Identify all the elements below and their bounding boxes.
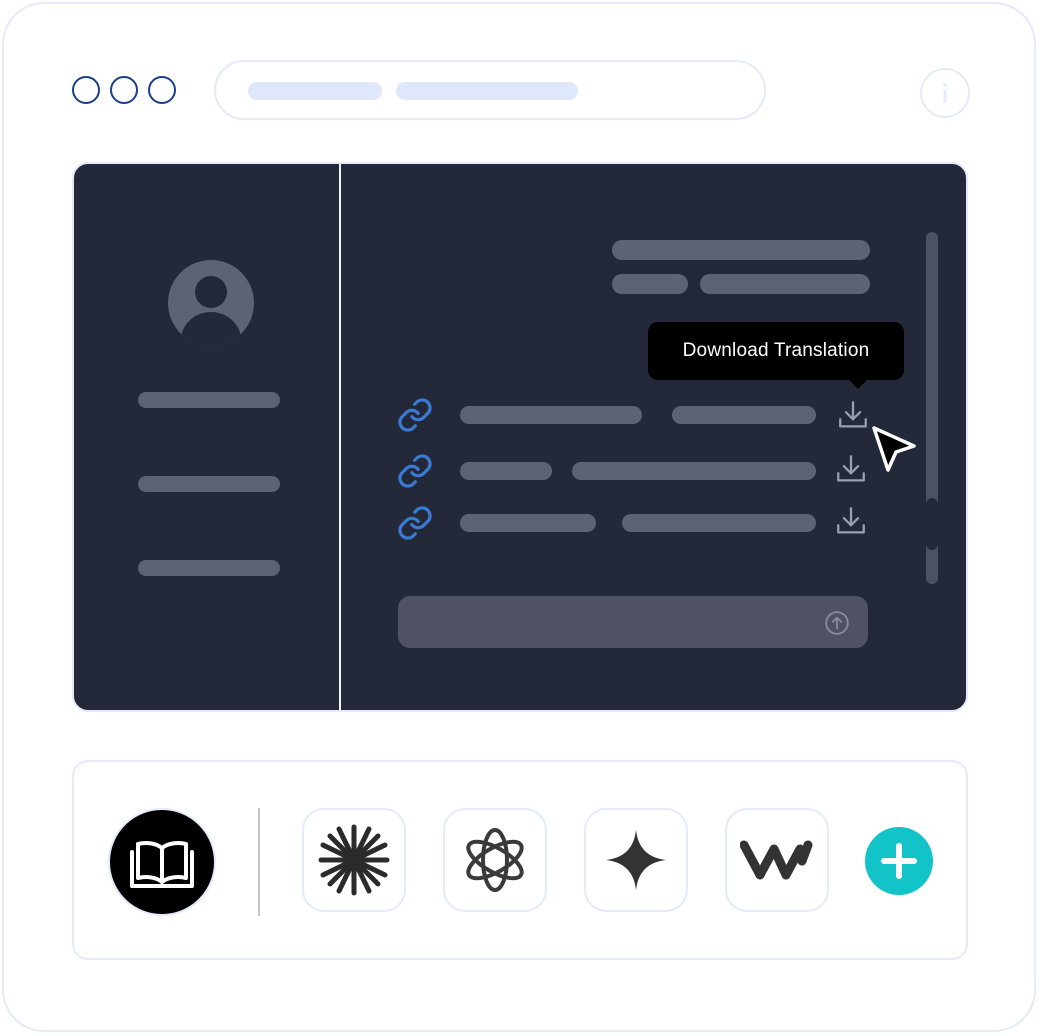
- address-bar[interactable]: [214, 60, 766, 120]
- link-icon[interactable]: [396, 504, 434, 542]
- download-tooltip: Download Translation: [648, 322, 904, 389]
- download-icon[interactable]: [834, 504, 868, 538]
- info-icon: [943, 83, 947, 103]
- openai-tile[interactable]: [443, 808, 547, 912]
- open-book-icon[interactable]: [108, 808, 216, 916]
- message-line: [612, 274, 688, 294]
- avatar[interactable]: [168, 260, 254, 346]
- wordtune-icon: [740, 840, 813, 880]
- file-meta-bar: [672, 406, 816, 424]
- address-placeholder-bar: [248, 82, 382, 100]
- plus-icon[interactable]: [864, 826, 934, 896]
- sidebar-divider: [339, 164, 341, 710]
- file-name-bar: [460, 514, 596, 532]
- link-icon[interactable]: [396, 396, 434, 434]
- gemini-tile[interactable]: [584, 808, 688, 912]
- scrollbar-thumb[interactable]: [926, 498, 938, 550]
- arrow-up-circle-icon[interactable]: [824, 610, 850, 636]
- download-icon[interactable]: [834, 452, 868, 486]
- window-dot-maximize[interactable]: [148, 76, 176, 104]
- message-input[interactable]: [398, 596, 868, 648]
- openai-icon: [466, 828, 524, 892]
- sidebar-item[interactable]: [138, 392, 280, 408]
- file-meta-bar: [622, 514, 816, 532]
- mouse-pointer-icon: [872, 426, 916, 472]
- download-icon[interactable]: [836, 398, 870, 432]
- file-name-bar: [460, 462, 552, 480]
- dock-divider: [258, 808, 260, 916]
- file-meta-bar: [572, 462, 816, 480]
- message-line: [612, 240, 870, 260]
- file-name-bar: [460, 406, 642, 424]
- sidebar-item[interactable]: [138, 476, 280, 492]
- message-line: [700, 274, 870, 294]
- info-button[interactable]: [920, 68, 970, 118]
- window-dot-minimize[interactable]: [110, 76, 138, 104]
- sidebar-item[interactable]: [138, 560, 280, 576]
- wordtune-tile[interactable]: [725, 808, 829, 912]
- link-icon[interactable]: [396, 452, 434, 490]
- integrations-dock: [72, 760, 968, 960]
- gemini-icon: [606, 830, 666, 890]
- window-dot-close[interactable]: [72, 76, 100, 104]
- address-placeholder-bar: [396, 82, 578, 100]
- claude-tile[interactable]: [302, 808, 406, 912]
- claude-icon: [318, 824, 390, 896]
- app-window: Download Translation: [72, 162, 968, 712]
